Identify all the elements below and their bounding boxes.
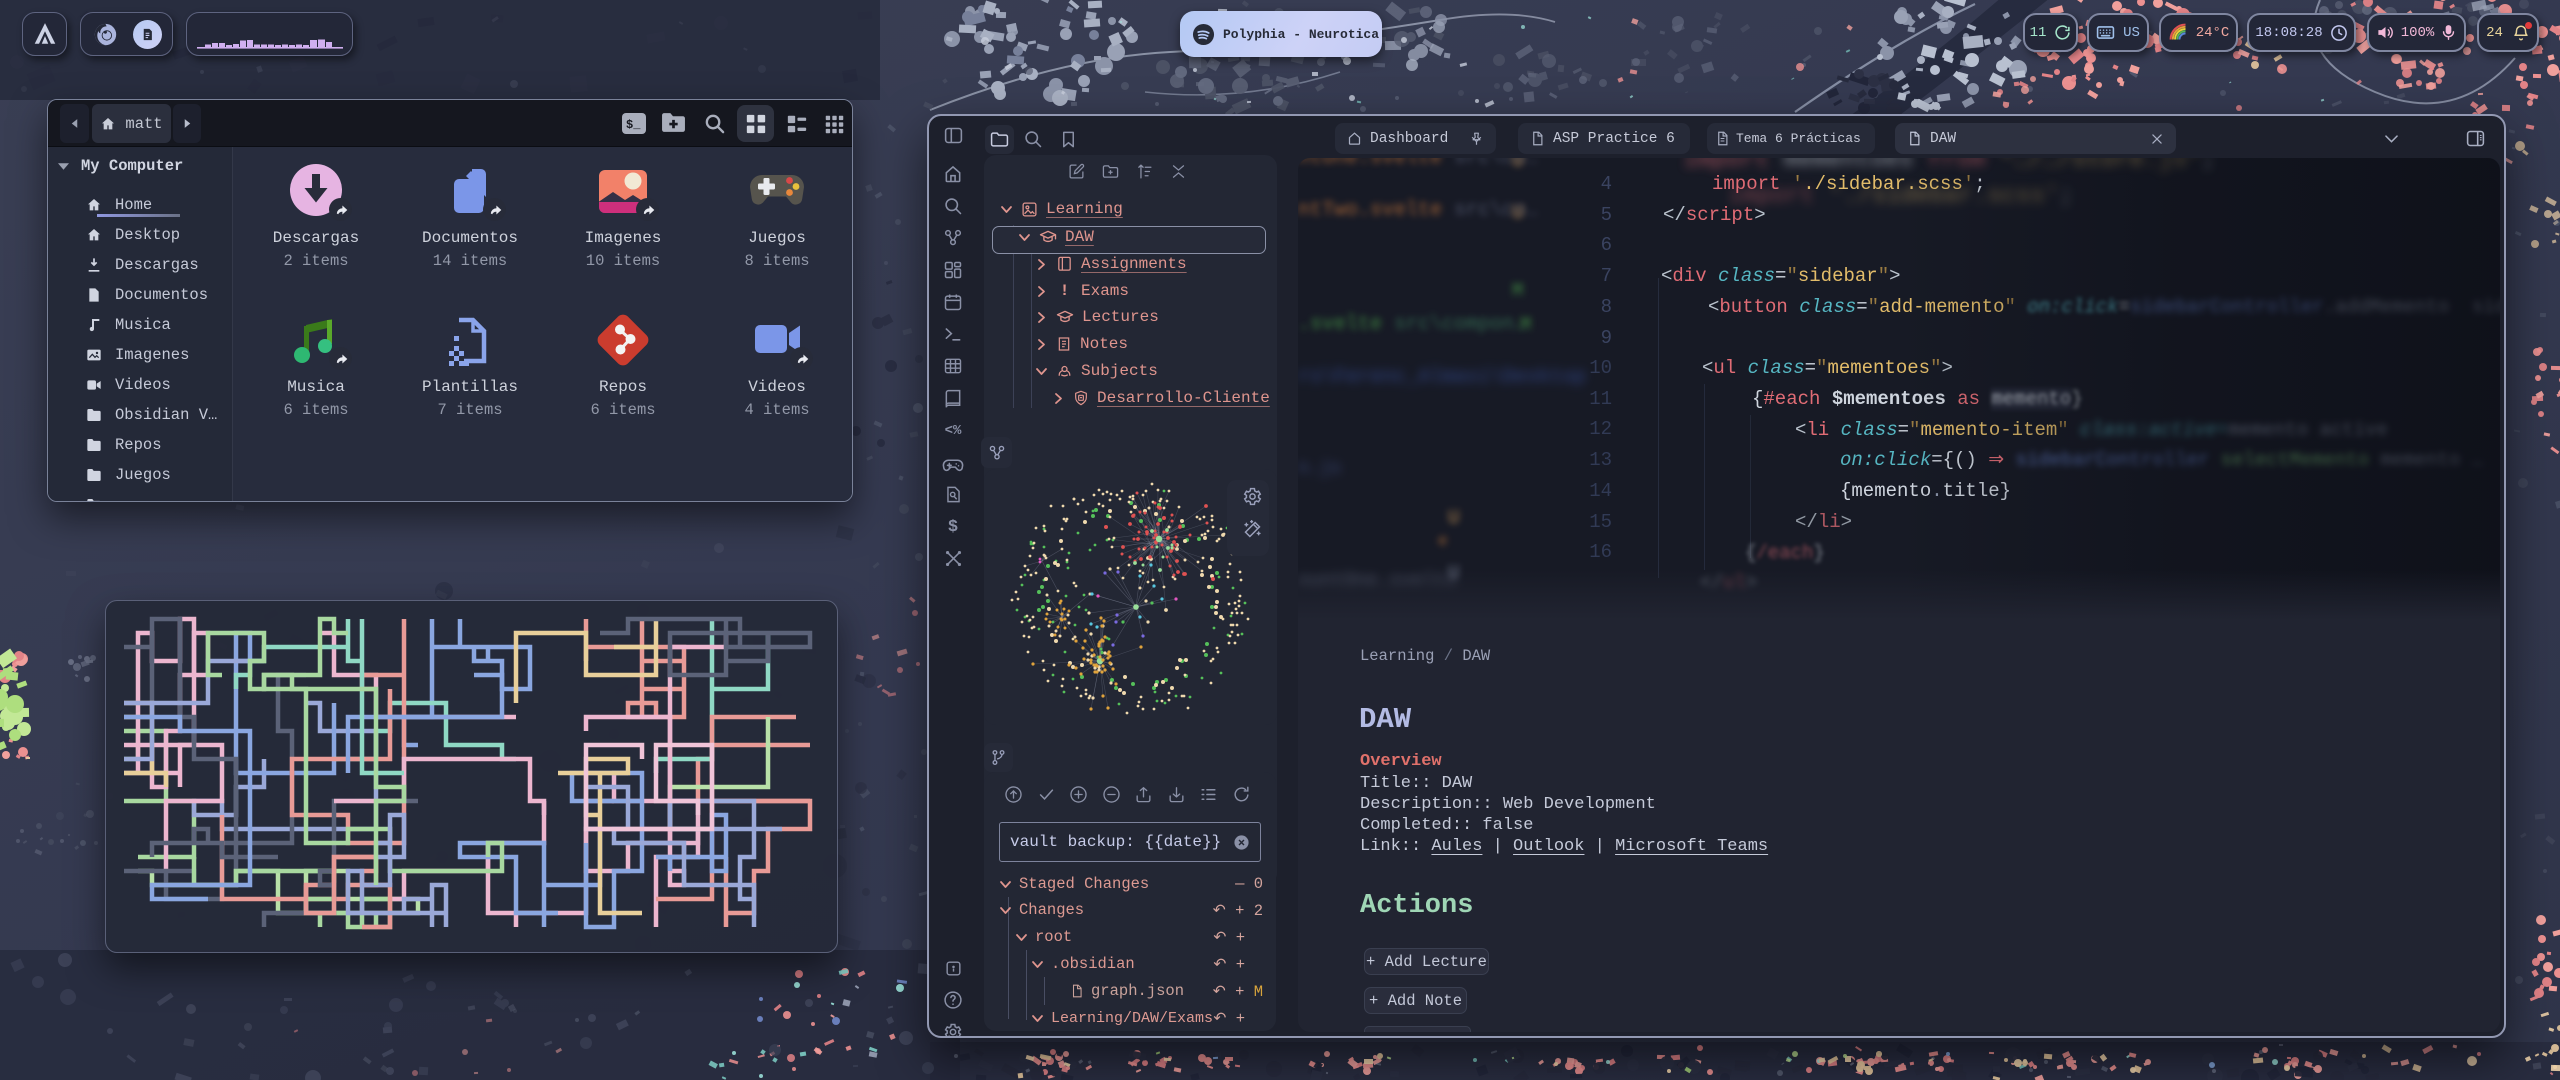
svg-text:$_: $_ bbox=[626, 118, 641, 132]
